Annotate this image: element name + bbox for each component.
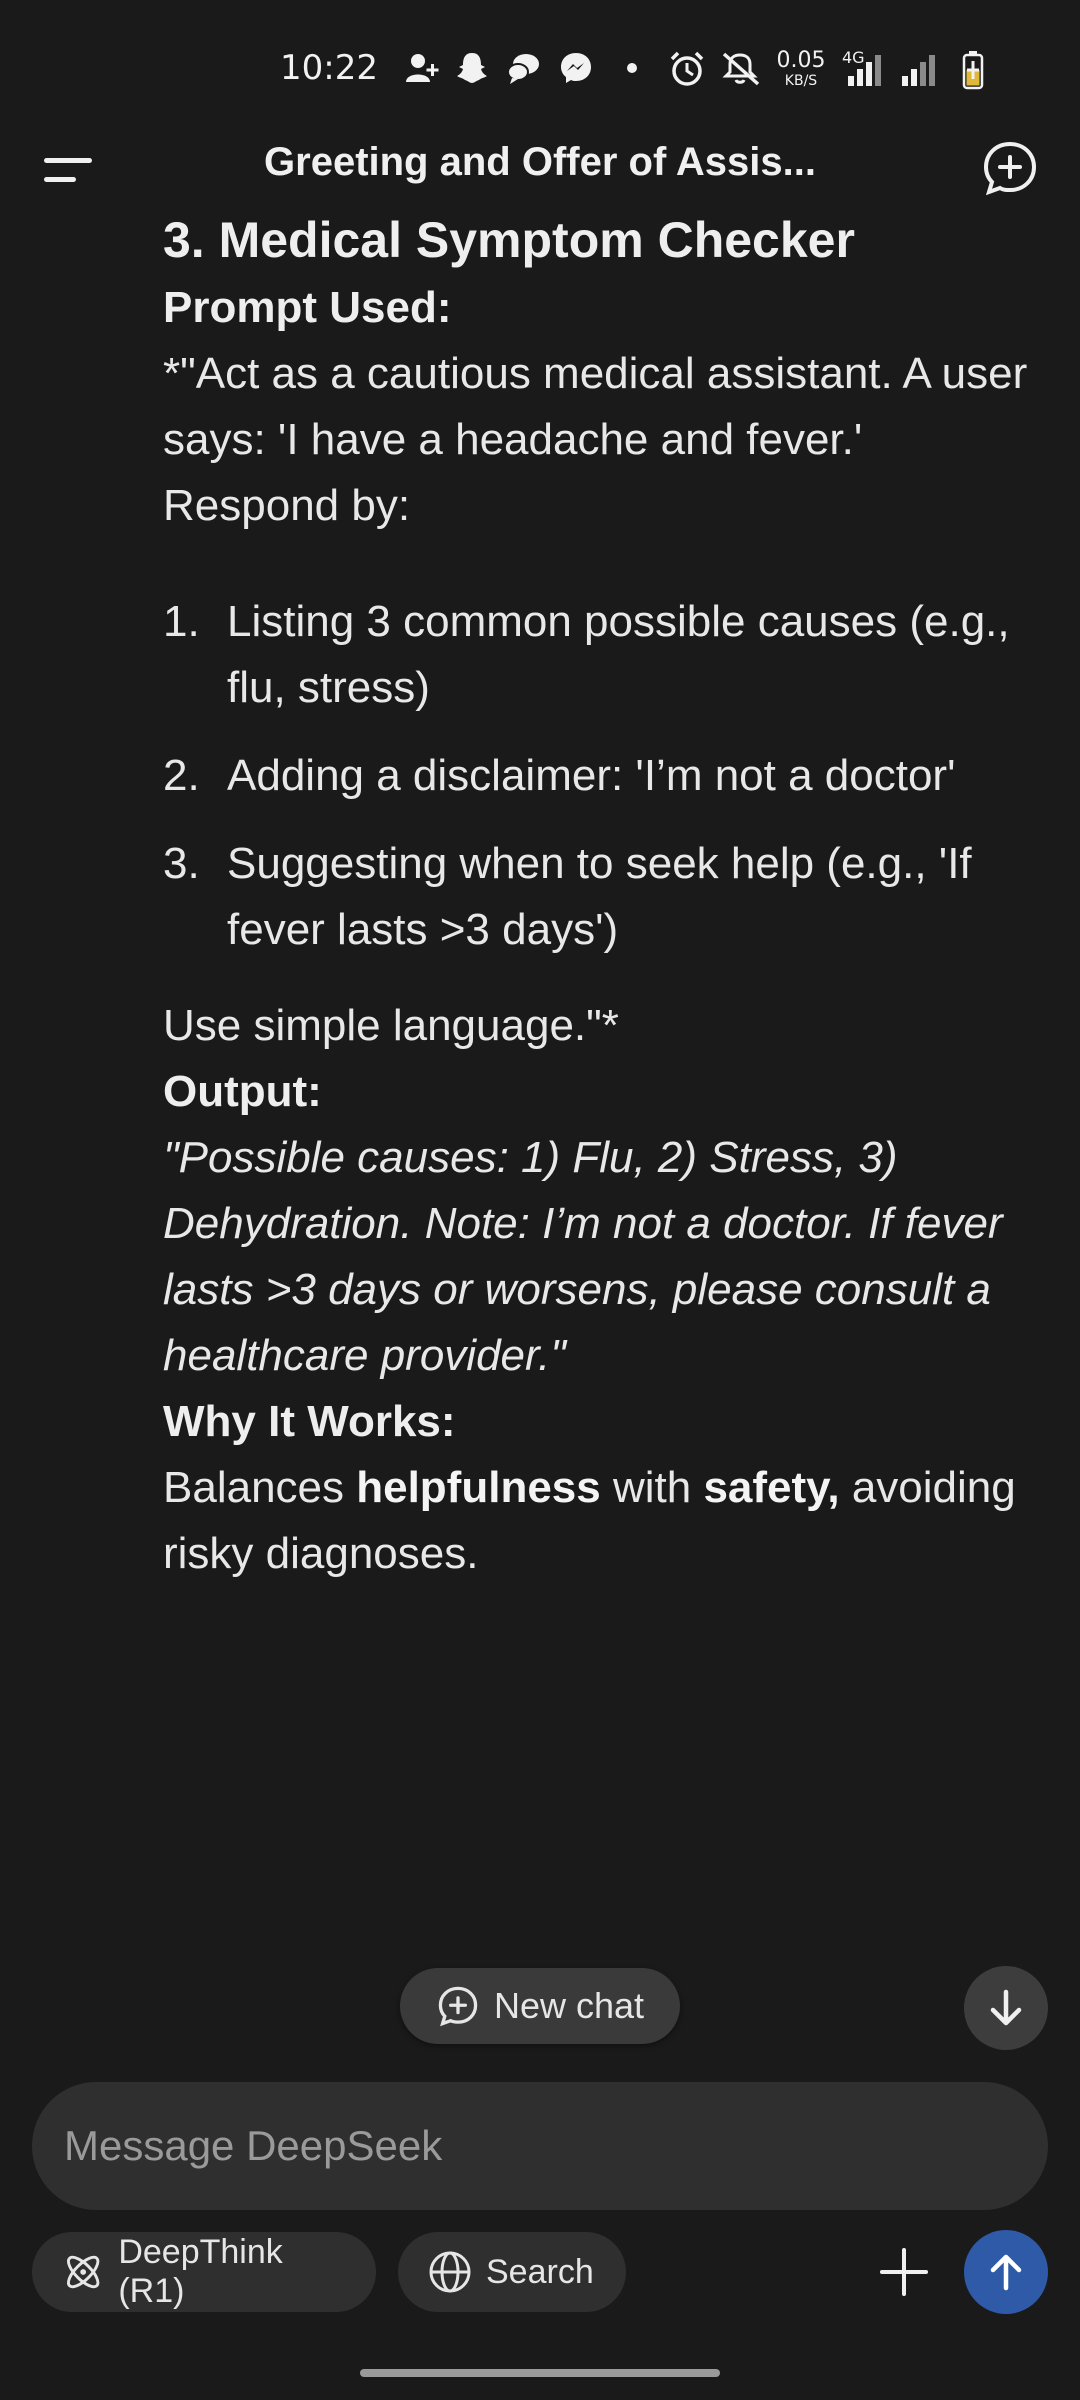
globe-icon — [429, 2251, 471, 2293]
why-label: Why It Works: — [163, 1397, 456, 1446]
list-item: 1. Listing 3 common possible causes (e.g… — [163, 589, 1043, 721]
plus-icon — [880, 2248, 928, 2296]
list-item: 2. Adding a disclaimer: 'I’m not a docto… — [163, 743, 1043, 809]
list-number: 1. — [163, 597, 200, 646]
why-text: Balances helpfulness with safety, avoidi… — [163, 1455, 1043, 1587]
network-unit: KB/S — [784, 73, 818, 89]
new-chat-icon — [983, 141, 1037, 196]
list-item: 3. Suggesting when to seek help (e.g., '… — [163, 831, 1043, 963]
new-chat-icon — [438, 1986, 478, 2027]
chat-bubble-icon — [507, 54, 539, 84]
list-number: 3. — [163, 839, 200, 888]
list-text: Suggesting when to seek help (e.g., 'If … — [227, 839, 972, 954]
section-heading: 3. Medical Symptom Checker — [163, 212, 855, 268]
menu-button[interactable] — [38, 148, 98, 192]
why-mid: with — [600, 1463, 704, 1512]
mute-icon — [722, 52, 760, 86]
status-bar: 10:22 0.05 KB/S 4G — [0, 0, 1080, 140]
message-input[interactable] — [32, 2082, 1048, 2210]
prompt-intro: *"Act as a cautious medical assistant. A… — [163, 349, 1028, 530]
new-chat-button[interactable]: New chat — [400, 1968, 680, 2044]
output-label: Output: — [163, 1067, 322, 1116]
snapchat-icon — [457, 53, 487, 83]
message-content: 3. Medical Symptom Checker Prompt Used: … — [163, 205, 1043, 1985]
why-bold-helpfulness: helpfulness — [356, 1463, 601, 1512]
output-text: "Possible causes: 1) Flu, 2) Stress, 3) … — [163, 1133, 1003, 1380]
why-prefix: Balances — [163, 1463, 357, 1512]
composer: DeepThink (R1) Search — [0, 2060, 1080, 2400]
send-button[interactable] — [964, 2230, 1048, 2314]
list-number: 2. — [163, 751, 200, 800]
list-text: Adding a disclaimer: 'I’m not a doctor' — [227, 751, 956, 800]
home-indicator[interactable] — [360, 2369, 720, 2377]
list-text: Listing 3 common possible causes (e.g., … — [227, 597, 1010, 712]
new-chat-header-button[interactable] — [980, 138, 1040, 198]
new-chat-label: New chat — [493, 1985, 645, 2026]
arrow-up-icon — [990, 2254, 1022, 2291]
prompt-steps-list: 1. Listing 3 common possible causes (e.g… — [163, 589, 1043, 963]
battery-charging-icon — [962, 51, 984, 90]
messenger-icon — [561, 53, 591, 83]
prompt-outro: Use simple language."* — [163, 1001, 619, 1050]
search-toggle[interactable]: Search — [398, 2232, 626, 2312]
prompt-label: Prompt Used: — [163, 283, 452, 332]
deepthink-label: DeepThink (R1) — [118, 2233, 283, 2310]
deepthink-toggle[interactable]: DeepThink (R1) — [32, 2232, 376, 2312]
scroll-to-bottom-button[interactable] — [964, 1966, 1048, 2050]
alarm-icon — [670, 51, 704, 86]
network-rate: 0.05 — [776, 48, 826, 73]
add-contact-icon — [406, 54, 439, 82]
atom-icon — [67, 2255, 100, 2289]
network-speed: 0.05 KB/S — [772, 48, 830, 89]
dot-icon — [627, 63, 637, 73]
signal-icon — [848, 55, 881, 86]
chat-title[interactable]: Greeting and Offer of Assis... — [180, 140, 900, 185]
arrow-down-icon — [990, 1989, 1022, 2026]
why-bold-safety: safety, — [703, 1463, 840, 1512]
screen: 10:22 0.05 KB/S 4G Greeting and Offer of… — [0, 0, 1080, 2400]
app-bar: Greeting and Offer of Assis... — [0, 130, 1080, 210]
attach-button[interactable] — [868, 2236, 940, 2308]
menu-icon — [44, 158, 92, 182]
status-time: 10:22 — [280, 48, 378, 88]
signal-icon — [902, 55, 935, 86]
search-label: Search — [486, 2252, 594, 2291]
